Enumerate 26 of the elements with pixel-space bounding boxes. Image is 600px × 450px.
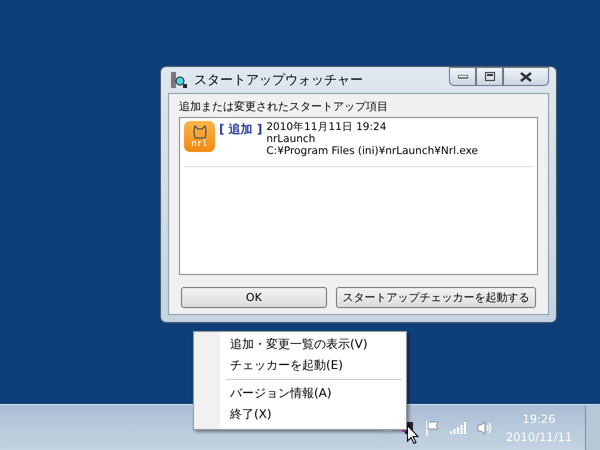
entry-name: nrLaunch [266,133,316,145]
launch-checker-button[interactable]: スタートアップチェッカーを起動する [336,287,536,308]
menu-item[interactable]: チェッカーを起動(E) [196,355,404,376]
icon-label: nrl [191,138,208,148]
clock-date: 2010/11/11 [506,428,572,446]
show-desktop-button[interactable] [585,406,600,450]
entry-tag: [ 追加 ] [219,121,262,138]
maximize-icon [484,72,494,81]
cat-icon [192,124,208,138]
volume-icon[interactable] [477,420,493,434]
minimize-icon [458,74,468,78]
clock-time: 19:26 [522,410,556,428]
flag-icon[interactable] [425,420,439,436]
app-icon [170,71,188,89]
minimize-button[interactable] [449,67,476,86]
entry-timestamp: 2010年11月11日 19:24 [266,121,388,133]
menu-item[interactable]: 追加・変更一覧の表示(V) [196,334,404,355]
list-label: 追加または変更されたスタートアップ項目 [179,99,389,114]
close-button[interactable] [503,67,549,86]
close-icon [520,72,532,82]
maximize-button[interactable] [476,67,503,86]
window-title: スタートアップウォッチャー [194,72,364,89]
menu-item[interactable]: バージョン情報(A) [196,383,404,404]
ok-button[interactable]: OK [181,287,327,308]
entry-path: C:¥Program Files (ini)¥nrLaunch¥Nrl.exe [266,145,478,157]
menu-item[interactable]: 終了(X) [196,404,404,425]
